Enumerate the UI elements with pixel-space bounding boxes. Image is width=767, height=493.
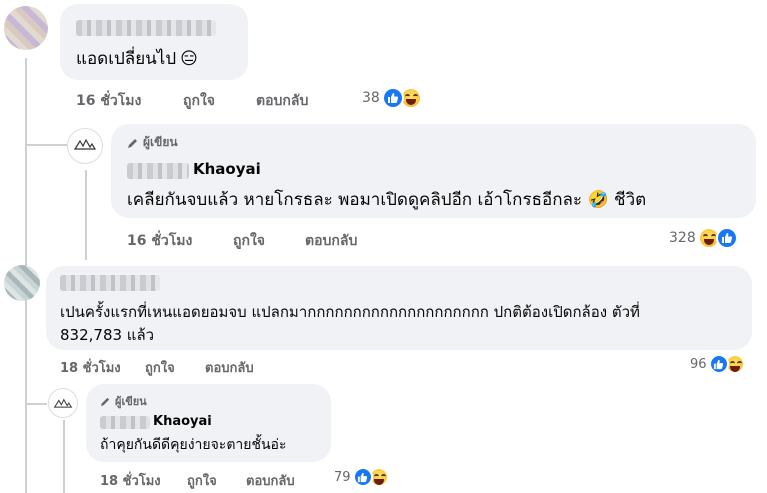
reaction-count: 328 (669, 230, 696, 246)
like-reaction-icon (381, 87, 404, 109)
page-logo[interactable] (67, 128, 103, 164)
author-badge: ผู้เขียน (100, 392, 147, 410)
author-name-blur (127, 163, 189, 179)
like-reaction-icon (715, 227, 738, 249)
thread-line-reply (63, 420, 65, 493)
reaction-count: 79 (334, 469, 351, 485)
reaction-count: 96 (690, 356, 707, 372)
reply-button[interactable]: ตอบกลับ (256, 90, 308, 112)
comment-time[interactable]: 16 ชั่วโมง (127, 230, 192, 252)
reaction-summary[interactable]: 38 (362, 87, 422, 109)
author-badge: ผู้เขียน (127, 133, 178, 152)
reply-button[interactable]: ตอบกลับ (246, 470, 295, 491)
author-name[interactable] (76, 20, 216, 36)
reaction-summary[interactable]: 96 (690, 354, 745, 374)
pencil-icon (128, 138, 137, 148)
reaction-count: 38 (362, 90, 380, 106)
like-button[interactable]: ถูกใจ (183, 90, 215, 112)
author-name[interactable] (60, 275, 160, 291)
like-button[interactable]: ถูกใจ (145, 357, 175, 378)
reply-button[interactable]: ตอบกลับ (205, 357, 254, 378)
comment-text-line2: 832,783 แล้ว (60, 326, 155, 344)
comment-time[interactable]: 18 ชั่วโมง (60, 357, 121, 378)
page-logo[interactable] (48, 388, 78, 418)
like-button[interactable]: ถูกใจ (233, 230, 265, 252)
reaction-summary[interactable]: 79 (334, 467, 389, 487)
thread-connector (25, 403, 47, 405)
comment-text: แอดเปลี่ยนไป 😑 (76, 49, 198, 69)
rofl-emoji-icon: 🤣 (587, 190, 609, 210)
author-name-blur (100, 416, 150, 429)
reply-button[interactable]: ตอบกลับ (305, 230, 357, 252)
thread-line-reply (85, 170, 87, 260)
reaction-summary[interactable]: 328 (669, 227, 738, 249)
avatar[interactable] (4, 6, 48, 50)
comment-time[interactable]: 16 ชั่วโมง (76, 90, 141, 112)
author-name[interactable]: Khaoyai (153, 414, 212, 429)
comment-time[interactable]: 18 ชั่วโมง (100, 470, 161, 491)
avatar[interactable] (4, 265, 40, 301)
pencil-icon (100, 397, 110, 406)
thread-connector (25, 144, 67, 146)
like-button[interactable]: ถูกใจ (187, 470, 217, 491)
reply-text: ถ้าคุยกันดีดีคุยง่ายจะตายชั้นอ่ะ (100, 437, 287, 453)
like-reaction-icon (708, 354, 729, 374)
reply-text: เคลียกันจบแล้ว หายโกรธละ พอมาเปิดดูคลิปอ… (127, 190, 647, 210)
comment-text-line1: เปนครั้งแรกที่เหนแอดยอมจบ แปลกมากกกกกกกก… (60, 303, 640, 321)
expressionless-emoji-icon: 😑 (180, 49, 198, 69)
author-name[interactable]: Khaoyai (193, 160, 261, 178)
like-reaction-icon (352, 467, 373, 487)
